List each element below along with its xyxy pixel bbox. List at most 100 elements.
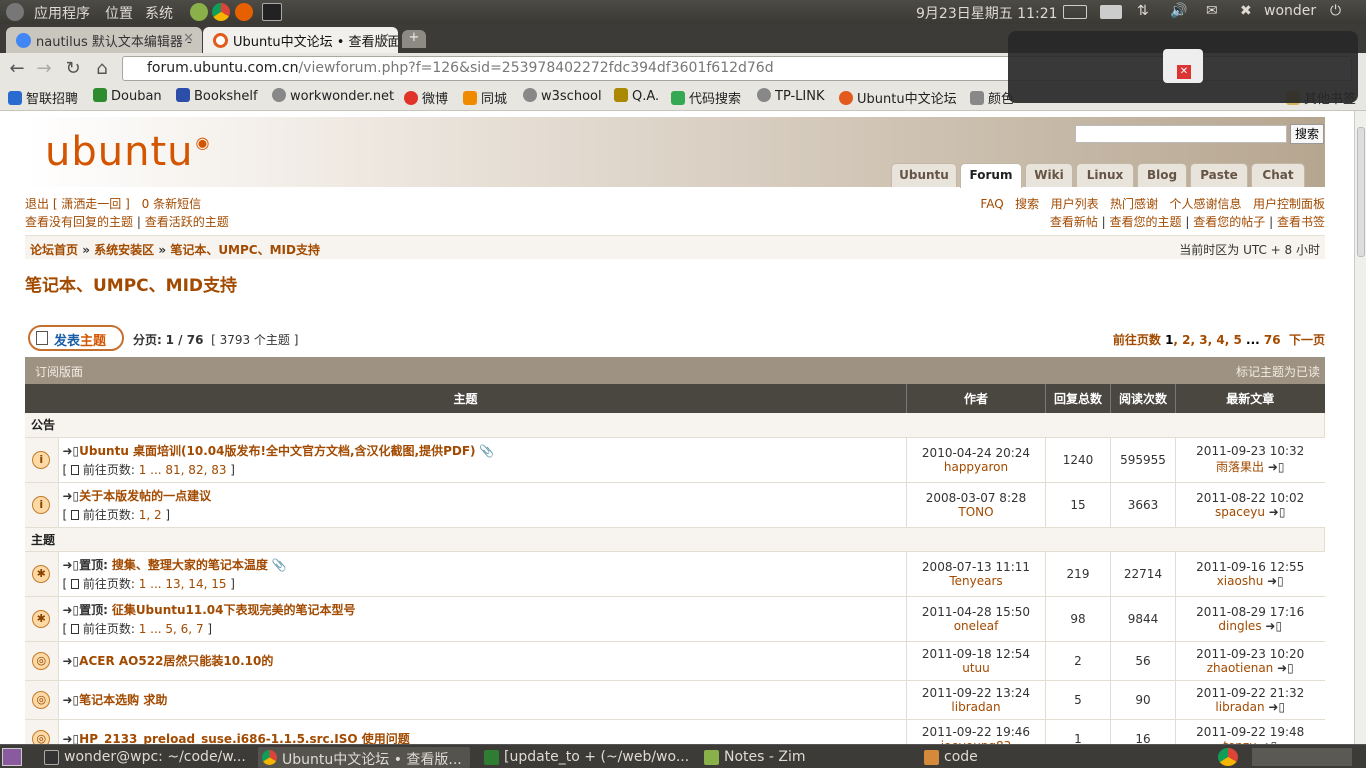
ubuntu-logo[interactable]: ubuntu ◉: [45, 129, 209, 175]
chrome-launcher-icon[interactable]: [212, 3, 230, 21]
task-terminal[interactable]: wonder@wpc: ~/code/w...: [40, 747, 250, 768]
search-input[interactable]: [1075, 125, 1287, 143]
zim-launcher-icon[interactable]: [190, 3, 208, 21]
topic-title-link[interactable]: ACER AO522居然只能装10.10的: [79, 654, 273, 668]
topic-author-link[interactable]: Tenyears: [907, 574, 1045, 588]
thanks-info-link[interactable]: 个人感谢信息: [1170, 197, 1242, 211]
tab-ubuntu[interactable]: Ubuntu: [891, 163, 957, 187]
new-post-arrow-icon[interactable]: ➜▯: [63, 693, 80, 707]
your-topics-link[interactable]: 查看您的主题: [1110, 215, 1182, 229]
mark-read-link[interactable]: 标记主题为已读: [1236, 363, 1320, 380]
tab-ubuntu-forum[interactable]: Ubuntu中文论坛 • 查看版面 ✕: [203, 27, 398, 53]
page-last[interactable]: 76: [1264, 333, 1281, 347]
volume-icon[interactable]: 🔊: [1170, 3, 1187, 19]
view-latest-post-icon[interactable]: ➜▯: [1268, 700, 1285, 714]
last-post-author-link[interactable]: 雨落果出: [1216, 460, 1264, 474]
chrome-tray-icon[interactable]: [1218, 748, 1238, 766]
bookmark-bookshelf[interactable]: Bookshelf: [176, 88, 258, 104]
last-post-author-link[interactable]: zhaotienan: [1207, 661, 1274, 675]
last-post-author-link[interactable]: dingles: [1218, 619, 1261, 633]
menu-system[interactable]: 系统: [145, 3, 173, 23]
user-icon[interactable]: ✖: [1240, 3, 1252, 19]
topic-title-link[interactable]: 征集Ubuntu11.04下表现完美的笔记本型号: [112, 603, 356, 617]
ucp-link[interactable]: 用户控制面板: [1253, 197, 1325, 211]
task-code-folder[interactable]: code: [920, 747, 1120, 768]
last-post-author-link[interactable]: libradan: [1215, 700, 1264, 714]
clock[interactable]: 9月23日星期五 11:21: [916, 3, 1058, 23]
user-name[interactable]: wonder: [1264, 3, 1316, 19]
topic-title-link[interactable]: Ubuntu 桌面培训(10.04版发布!全中文官方文档,含汉化截图,提供PDF…: [79, 444, 475, 458]
ubuntu-logo-icon[interactable]: [6, 3, 24, 21]
bookmarks-link[interactable]: 查看书签: [1277, 215, 1325, 229]
tab-wiki[interactable]: Wiki: [1025, 163, 1073, 187]
bookmark-douban[interactable]: Douban: [93, 88, 162, 104]
topic-title-link[interactable]: 搜集、整理大家的笔记本温度: [112, 558, 268, 572]
bookmark-w3school[interactable]: w3school: [523, 88, 602, 104]
topic-title-link[interactable]: HP_2133_preload_suse.i686-1.1.5.src.ISO …: [79, 732, 410, 744]
search-button[interactable]: 搜索: [1290, 124, 1324, 144]
new-tab-button[interactable]: +: [402, 30, 426, 48]
tab-blog[interactable]: Blog: [1137, 163, 1187, 187]
task-zim[interactable]: Notes - Zim: [700, 747, 910, 768]
mail-icon[interactable]: ✉: [1206, 3, 1218, 19]
tab-paste[interactable]: Paste: [1190, 163, 1248, 187]
tab-nautilus[interactable]: nautilus 默认文本编辑器 - ✕: [6, 27, 202, 53]
forward-button[interactable]: →: [33, 58, 55, 80]
topic-author-link[interactable]: happyaron: [907, 460, 1045, 474]
task-chrome[interactable]: Ubuntu中文论坛 • 查看版...: [258, 747, 470, 768]
terminal-launcher-icon[interactable]: [262, 3, 282, 21]
bookmark-tplink[interactable]: TP-LINK: [757, 88, 825, 104]
power-icon[interactable]: ⏻: [1330, 3, 1341, 19]
close-icon[interactable]: ✕: [379, 31, 390, 46]
topic-author-link[interactable]: oneleaf: [907, 619, 1045, 633]
topic-page-links[interactable]: 1 ... 13, 14, 15: [139, 577, 227, 591]
breadcrumb-home[interactable]: 论坛首页: [30, 243, 78, 257]
bookmark-code-search[interactable]: 代码搜索: [671, 88, 741, 107]
next-page-link[interactable]: 下一页: [1289, 333, 1325, 347]
new-post-arrow-icon[interactable]: ➜▯: [63, 489, 80, 503]
search-link[interactable]: 搜索: [1015, 197, 1039, 211]
workspace-switcher[interactable]: [1252, 748, 1352, 766]
logout-link[interactable]: 退出 [ 潇洒走一回 ]: [25, 197, 130, 211]
page-2[interactable]: 2: [1182, 333, 1190, 347]
bookmark-qa[interactable]: Q.A.: [614, 88, 659, 104]
new-post-arrow-icon[interactable]: ➜▯: [63, 558, 80, 572]
scrollbar-thumb[interactable]: [1357, 127, 1365, 257]
firefox-launcher-icon[interactable]: [235, 3, 253, 21]
tab-linux[interactable]: Linux: [1076, 163, 1134, 187]
view-latest-post-icon[interactable]: ➜▯: [1267, 574, 1284, 588]
bookmark-58[interactable]: 同城: [463, 88, 507, 107]
bookmark-weibo[interactable]: 微博: [404, 88, 448, 107]
topic-title-link[interactable]: 关于本版发帖的一点建议: [79, 489, 211, 503]
new-post-arrow-icon[interactable]: ➜▯: [63, 603, 80, 617]
view-latest-post-icon[interactable]: ➜▯: [1268, 460, 1285, 474]
tab-chat[interactable]: Chat: [1251, 163, 1305, 187]
topic-author-link[interactable]: libradan: [907, 700, 1045, 714]
topic-author-link[interactable]: utuu: [907, 661, 1045, 675]
battery-icon[interactable]: [1063, 5, 1087, 19]
bookmark-zhaopin[interactable]: 智联招聘: [8, 88, 78, 107]
new-post-arrow-icon[interactable]: ➜▯: [63, 444, 80, 458]
view-latest-post-icon[interactable]: ➜▯: [1277, 661, 1294, 675]
your-posts-link[interactable]: 查看您的帖子: [1193, 215, 1265, 229]
new-post-arrow-icon[interactable]: ➜▯: [63, 732, 80, 744]
last-post-author-link[interactable]: xiaoshu: [1217, 574, 1264, 588]
memberlist-link[interactable]: 用户列表: [1051, 197, 1099, 211]
view-latest-post-icon[interactable]: ➜▯: [1265, 619, 1282, 633]
new-posts-link[interactable]: 查看新帖: [1050, 215, 1098, 229]
bookmark-workwonder[interactable]: workwonder.net: [272, 88, 394, 104]
topic-page-links[interactable]: 1, 2: [139, 508, 162, 522]
unanswered-link[interactable]: 查看没有回复的主题: [25, 215, 133, 229]
breadcrumb-section[interactable]: 系统安装区: [94, 243, 154, 257]
network-icon[interactable]: ⇅: [1137, 3, 1149, 19]
back-button[interactable]: ←: [6, 58, 28, 80]
topic-title-link[interactable]: 笔记本选购 求助: [79, 693, 167, 707]
home-button[interactable]: ⌂: [91, 58, 113, 80]
messages-link[interactable]: 0 条新短信: [142, 197, 201, 211]
keyboard-icon[interactable]: [1100, 5, 1122, 19]
new-topic-button[interactable]: 发表主题: [28, 325, 124, 351]
view-latest-post-icon[interactable]: ➜▯: [1269, 505, 1286, 519]
page-4[interactable]: 4: [1216, 333, 1224, 347]
topic-page-links[interactable]: 1 ... 5, 6, 7: [139, 622, 204, 636]
subscribe-link[interactable]: 订阅版面: [35, 365, 83, 379]
